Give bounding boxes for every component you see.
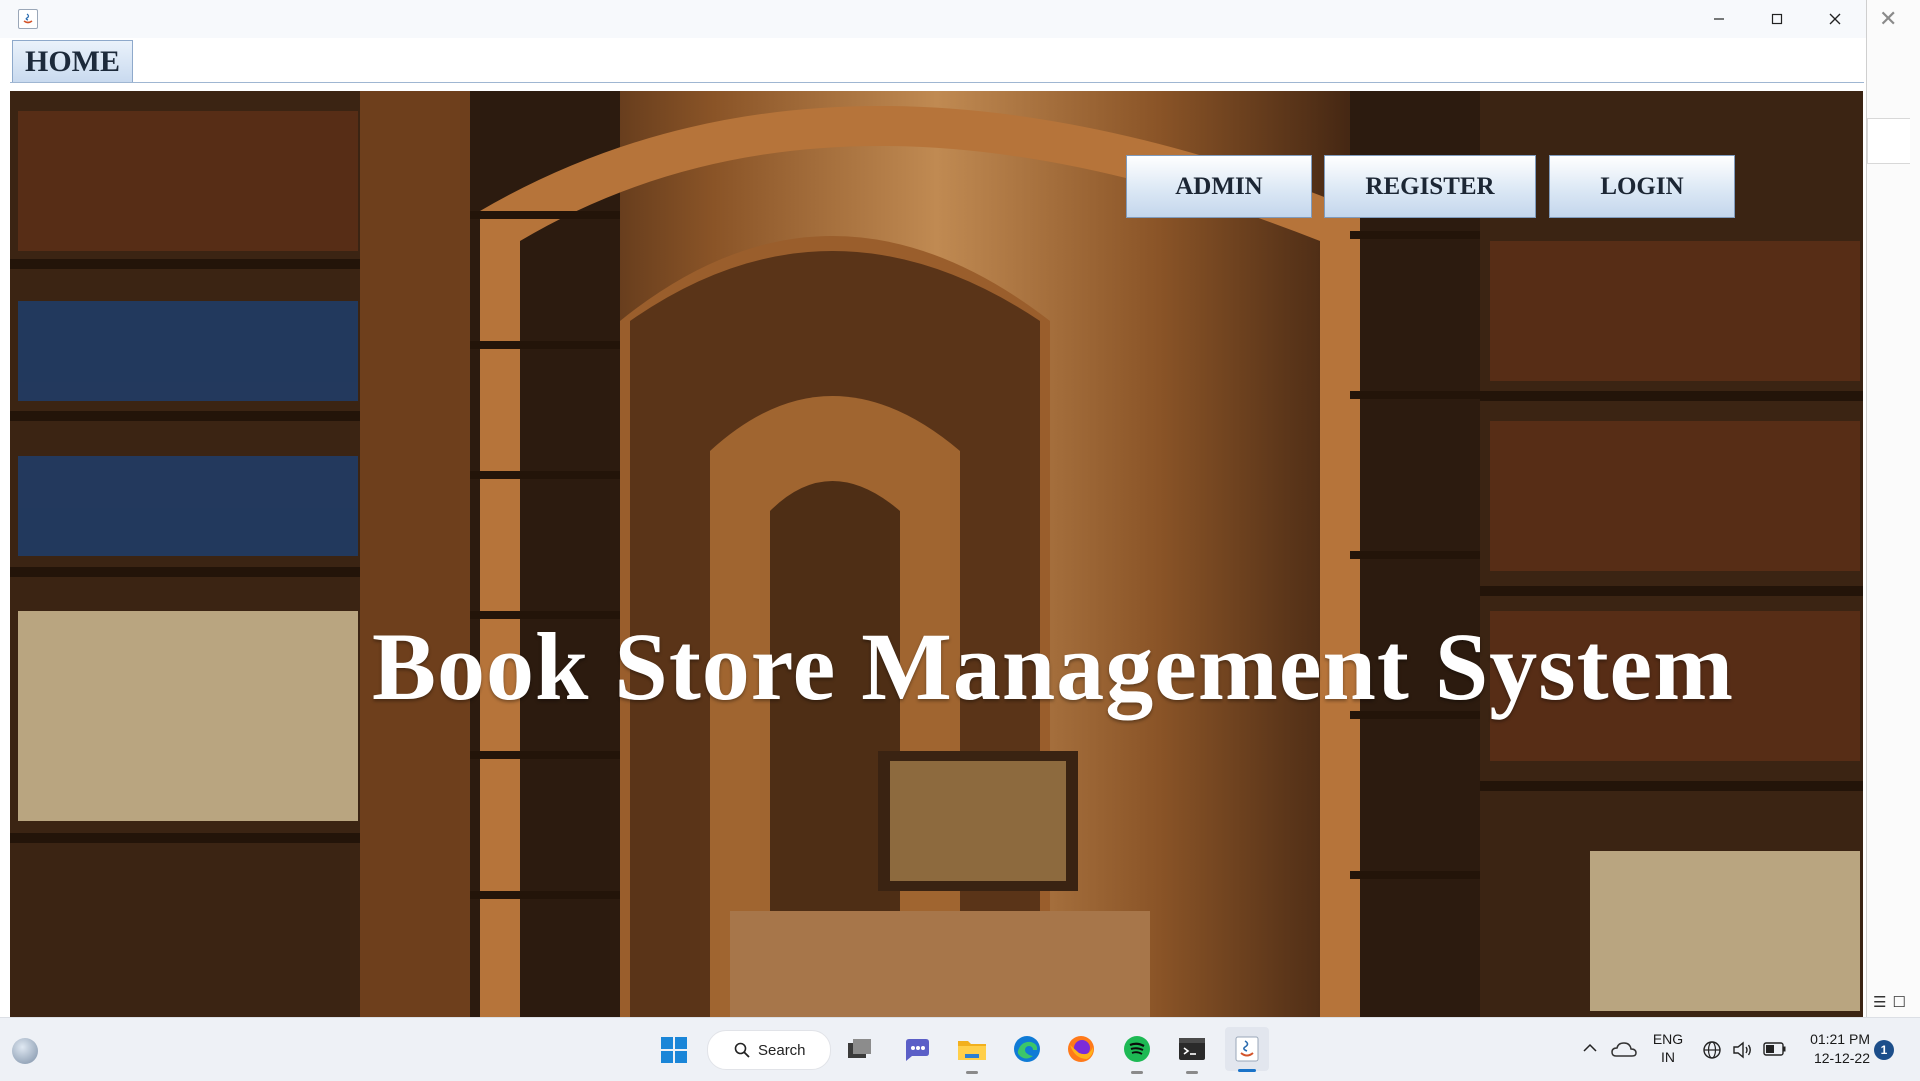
chevron-up-icon[interactable] (1582, 1042, 1598, 1054)
running-indicator (966, 1071, 978, 1074)
clock[interactable]: 01:21 PM 12-12-22 (1800, 1030, 1870, 1068)
edge-icon[interactable] (1010, 1032, 1044, 1066)
globe-icon[interactable] (1702, 1040, 1722, 1060)
search-label: Search (758, 1041, 806, 1059)
battery-icon[interactable] (1763, 1042, 1787, 1056)
notification-badge[interactable]: 1 (1874, 1040, 1894, 1060)
background-field (1867, 118, 1910, 164)
login-button[interactable]: LOGIN (1549, 155, 1735, 218)
minimize-icon[interactable] (1690, 0, 1748, 38)
background-close-icon[interactable]: ✕ (1879, 6, 1897, 32)
running-indicator (1186, 1071, 1198, 1074)
java-icon (18, 9, 38, 29)
tab-bar: HOME (10, 38, 1864, 83)
task-view-icon[interactable] (843, 1032, 877, 1066)
java-taskbar-icon[interactable] (1225, 1027, 1269, 1072)
background-window: ✕ ☰☐ (1866, 0, 1920, 1017)
spotify-icon[interactable] (1120, 1032, 1154, 1074)
start-icon[interactable] (661, 1037, 687, 1063)
active-indicator (1238, 1069, 1256, 1072)
admin-button[interactable]: ADMIN (1126, 155, 1312, 218)
register-button[interactable]: REGISTER (1324, 155, 1536, 218)
terminal-icon[interactable] (1175, 1032, 1209, 1074)
page-title: Book Store Management System (372, 613, 1735, 720)
firefox-icon[interactable] (1064, 1032, 1098, 1066)
region-code: IN (1661, 1049, 1675, 1065)
maximize-icon[interactable] (1748, 0, 1806, 38)
volume-icon[interactable] (1732, 1040, 1754, 1060)
cloud-icon[interactable] (1611, 1038, 1637, 1060)
close-icon[interactable] (1806, 0, 1864, 38)
tab-home[interactable]: HOME (12, 40, 133, 82)
library-background-image: ADMIN REGISTER LOGIN Book Store Manageme… (10, 91, 1863, 1017)
meet-icon[interactable] (899, 1032, 933, 1066)
language-code: ENG (1652, 1031, 1684, 1047)
search-box[interactable]: Search (707, 1030, 831, 1070)
running-indicator (1131, 1071, 1143, 1074)
library-scene-illustration (10, 91, 1863, 1017)
app-window: HOME ADMIN REGISTER LOGIN Book Store Man… (0, 0, 1867, 1017)
language-indicator[interactable]: ENG IN (1650, 1030, 1686, 1066)
background-status-icons: ☰☐ (1873, 994, 1912, 1011)
widgets-icon[interactable] (12, 1038, 38, 1064)
clock-time: 01:21 PM (1810, 1031, 1870, 1047)
clock-date: 12-12-22 (1813, 1050, 1870, 1066)
title-bar (0, 0, 1866, 38)
search-icon (734, 1042, 750, 1058)
taskbar: Search ENG IN 01:21 PM 12-12-22 1 (0, 1017, 1920, 1081)
file-explorer-icon[interactable] (955, 1032, 989, 1074)
